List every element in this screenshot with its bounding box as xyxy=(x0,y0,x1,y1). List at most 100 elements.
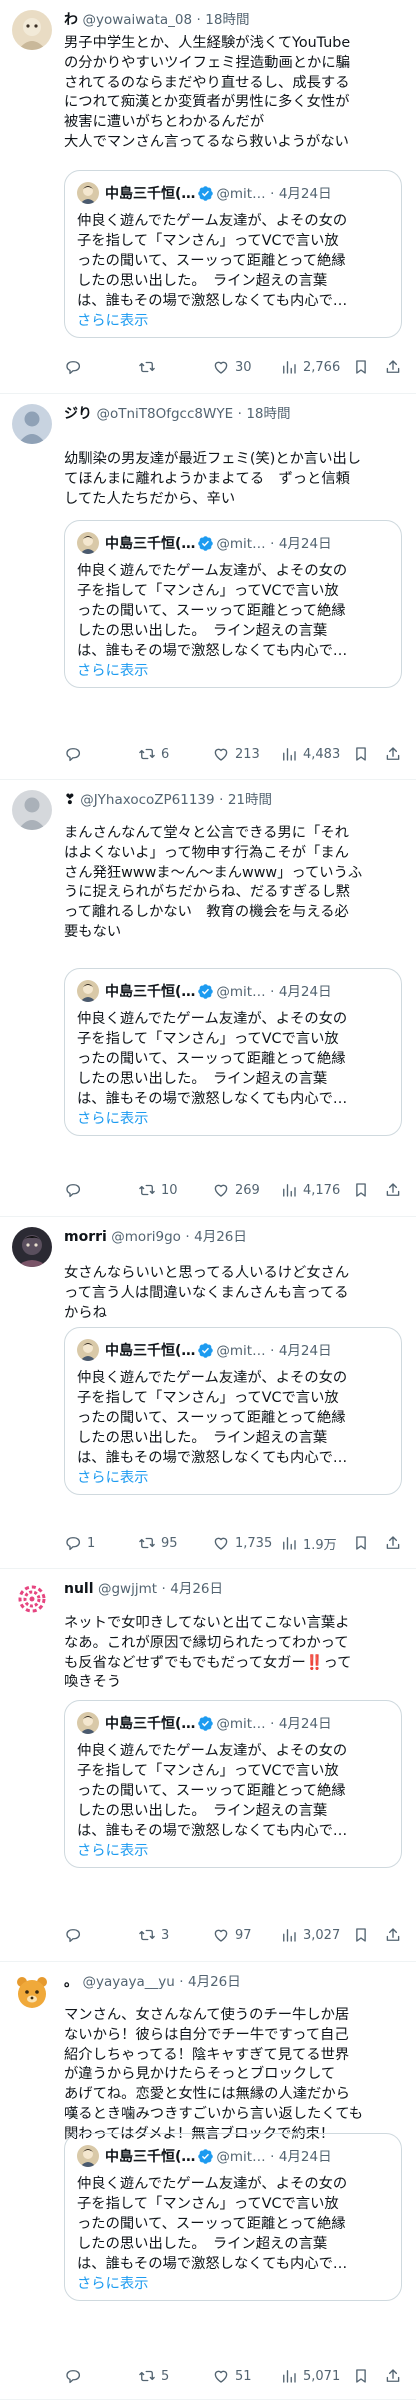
timestamp[interactable]: 4月26日 xyxy=(194,1229,247,1245)
views-button[interactable]: 4,176 xyxy=(280,1181,350,1199)
bookmark-icon[interactable] xyxy=(352,1534,370,1552)
timestamp[interactable]: 21時間 xyxy=(228,792,272,808)
tweet-text-line: てほんまに離れようかまよてる ずっと信頼 xyxy=(64,470,350,487)
views-button[interactable]: 3,027 xyxy=(280,1926,350,1944)
avatar[interactable] xyxy=(12,1227,52,1267)
show-more-link[interactable]: さらに表示 xyxy=(77,309,148,330)
view-count: 5,071 xyxy=(303,2368,341,2384)
separator-dot: · xyxy=(237,406,242,422)
reply-button[interactable] xyxy=(64,358,138,376)
author-name[interactable]: null xyxy=(64,1581,94,1597)
tweet-body: 。 @yayaya__yu · 4月26日 xyxy=(64,1972,402,1992)
timestamp[interactable]: 4月26日 xyxy=(170,1581,223,1597)
show-more-link[interactable]: さらに表示 xyxy=(77,1839,148,1860)
quoted-tweet-card[interactable]: 中島三千恒(… @mit… · 4月24日 仲良く遊んでたゲーム友達が、よその女の子… xyxy=(64,968,402,1136)
retweet-button[interactable]: 10 xyxy=(138,1181,212,1199)
share-icon[interactable] xyxy=(384,1534,402,1552)
like-button[interactable]: 269 xyxy=(212,1181,280,1199)
like-button[interactable]: 97 xyxy=(212,1926,280,1944)
quoted-text-line: 子を指して「マンさん」ってVCで言い放 xyxy=(77,1390,339,1406)
quoted-text-line: は、誰もその場で激怒しなくても内心で… xyxy=(77,2256,348,2272)
bookmark-icon[interactable] xyxy=(352,745,370,763)
views-button[interactable]: 2,766 xyxy=(280,358,350,376)
author-name[interactable]: わ xyxy=(64,12,78,28)
author-handle[interactable]: @JYhaxocoZP61139 xyxy=(80,792,214,808)
quoted-tweet-card[interactable]: 中島三千恒(… @mit… · 4月24日 仲良く遊んでたゲーム友達が、よその女の子… xyxy=(64,1327,402,1495)
views-button[interactable]: 5,071 xyxy=(280,2367,350,2385)
tweet[interactable]: ジり @oTniT8Ofgcc8WYE · 18時間 幼馴染の男友達が最近フェミ(… xyxy=(0,394,416,780)
author-handle[interactable]: @mori9go xyxy=(111,1229,181,1245)
tweet[interactable]: わ @yowaiwata_08 · 18時間 男子中学生とか、人生経験が浅くてYo… xyxy=(0,0,416,394)
like-button[interactable]: 1,735 xyxy=(212,1534,280,1552)
author-name[interactable]: morri xyxy=(64,1229,107,1245)
quoted-tweet-card[interactable]: 中島三千恒(… @mit… · 4月24日 仲良く遊んでたゲーム友達が、よその女の子… xyxy=(64,2133,402,2301)
share-icon[interactable] xyxy=(384,2367,402,2385)
tweet[interactable]: null @gwjjmt · 4月26日 ネットで女叩きしてないと出てこない言葉よ… xyxy=(0,1569,416,1962)
retweet-button[interactable] xyxy=(138,358,212,376)
reply-button[interactable] xyxy=(64,745,138,763)
tweet-text-line: の分かりやすいツイフェミ捏造動画とかに騙 xyxy=(64,54,350,71)
avatar[interactable] xyxy=(12,10,52,50)
heart-icon xyxy=(212,1534,230,1552)
view-count: 4,176 xyxy=(303,1182,341,1198)
avatar[interactable] xyxy=(12,790,52,830)
tweet-text-line: まんさんなんて堂々と公言できる男に「それ xyxy=(64,825,349,841)
share-icon[interactable] xyxy=(384,1926,402,1944)
retweet-button[interactable]: 3 xyxy=(138,1926,212,1944)
tweet-text-line: って言う人は間違いなくまんさんも言ってる xyxy=(64,1284,349,1301)
like-button[interactable]: 30 xyxy=(212,358,280,376)
bookmark-icon[interactable] xyxy=(352,1181,370,1199)
show-more-link[interactable]: さらに表示 xyxy=(77,2272,148,2293)
retweet-button[interactable]: 6 xyxy=(138,745,212,763)
tweet[interactable]: 。 @yayaya__yu · 4月26日 マンさん、女さんなんて使うのチー牛しか… xyxy=(0,1962,416,2400)
reply-button[interactable] xyxy=(64,1181,138,1199)
quoted-avatar xyxy=(77,1339,99,1361)
like-count: 1,735 xyxy=(235,1535,273,1551)
quoted-tweet-card[interactable]: 中島三千恒(… @mit… · 4月24日 仲良く遊んでたゲーム友達が、よその女の子… xyxy=(64,1700,402,1868)
reply-button[interactable] xyxy=(64,1926,138,1944)
tweet-text-line: って離れるしかない 教育の機会を与える必 xyxy=(64,904,349,921)
quoted-avatar xyxy=(77,1712,99,1734)
share-icon[interactable] xyxy=(384,1181,402,1199)
quoted-avatar xyxy=(77,532,99,554)
tweet[interactable]: ❣ @JYhaxocoZP61139 · 21時間 まんさんなんて堂々と公言できる… xyxy=(0,780,416,1217)
bookmark-icon[interactable] xyxy=(352,1926,370,1944)
quoted-tweet-card[interactable]: 中島三千恒(… @mit… · 4月24日 仲良く遊んでたゲーム友達が、よその女の子… xyxy=(64,170,402,338)
share-icon[interactable] xyxy=(384,358,402,376)
timestamp[interactable]: 18時間 xyxy=(246,406,290,422)
avatar[interactable] xyxy=(12,404,52,444)
retweet-button[interactable]: 95 xyxy=(138,1534,212,1552)
show-more-link[interactable]: さらに表示 xyxy=(77,1107,148,1128)
tweet[interactable]: morri @mori9go · 4月26日 女さんならいいと思ってる人いるけど女… xyxy=(0,1217,416,1569)
reply-button[interactable]: 1 xyxy=(64,1534,138,1552)
quoted-author-handle: @mit… xyxy=(216,984,266,1000)
tweet-action-bar: 1 95 1,735 1.9万 xyxy=(64,1532,402,1554)
bookmark-icon[interactable] xyxy=(352,2367,370,2385)
views-button[interactable]: 4,483 xyxy=(280,745,350,763)
like-button[interactable]: 51 xyxy=(212,2367,280,2385)
avatar[interactable] xyxy=(12,1972,52,2012)
bookmark-icon[interactable] xyxy=(352,358,370,376)
reply-button[interactable] xyxy=(64,2367,138,2385)
author-handle[interactable]: @gwjjmt xyxy=(98,1581,157,1597)
separator-dot: · xyxy=(161,1581,166,1597)
show-more-link[interactable]: さらに表示 xyxy=(77,659,148,680)
quoted-text-line: したの思い出した。 ライン超えの言葉 xyxy=(77,1430,328,1446)
timestamp[interactable]: 4月26日 xyxy=(188,1974,241,1990)
retweet-button[interactable]: 5 xyxy=(138,2367,212,2385)
share-icon[interactable] xyxy=(384,745,402,763)
author-handle[interactable]: @yowaiwata_08 xyxy=(82,12,192,28)
views-button[interactable]: 1.9万 xyxy=(280,1534,350,1553)
quoted-tweet-card[interactable]: 中島三千恒(… @mit… · 4月24日 仲良く遊んでたゲーム友達が、よその女の子… xyxy=(64,520,402,688)
quoted-author-handle: @mit… xyxy=(216,186,266,202)
author-name[interactable]: ジり xyxy=(64,406,92,422)
author-name[interactable]: 。 xyxy=(64,1974,78,1990)
verified-badge-icon xyxy=(198,2148,214,2164)
author-handle[interactable]: @oTniT8Ofgcc8WYE xyxy=(96,406,233,422)
show-more-link[interactable]: さらに表示 xyxy=(77,1466,148,1487)
timestamp[interactable]: 18時間 xyxy=(205,12,249,28)
author-name[interactable]: ❣ xyxy=(64,792,76,808)
like-button[interactable]: 213 xyxy=(212,745,280,763)
author-handle[interactable]: @yayaya__yu xyxy=(82,1974,174,1990)
avatar[interactable] xyxy=(12,1579,52,1619)
